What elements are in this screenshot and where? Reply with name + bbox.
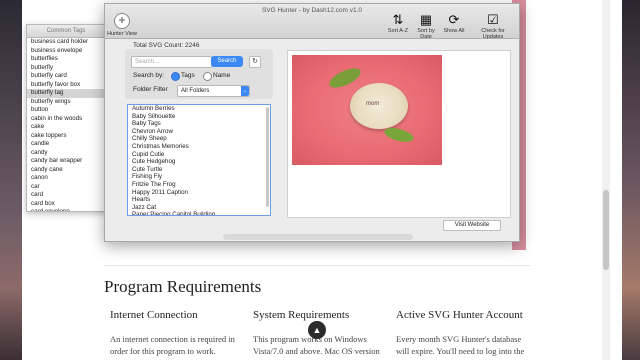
status-bar xyxy=(223,234,413,240)
folder-filter-select[interactable]: All Folders ⌄ xyxy=(177,85,250,97)
sort-by-date-label: Sort by Date xyxy=(417,28,435,40)
search-by-label: Search by: xyxy=(133,72,165,79)
chevron-down-icon: ⌄ xyxy=(241,86,249,96)
tag-item[interactable]: butterfly xyxy=(27,64,105,73)
tag-item[interactable]: cake toppers xyxy=(27,132,105,141)
sort-by-date-button[interactable]: ▦ Sort by Date xyxy=(411,12,441,40)
refresh-icon: ⟳ xyxy=(448,12,460,27)
radio-name[interactable] xyxy=(203,72,212,81)
list-item[interactable]: Fritzie The Frog xyxy=(128,181,270,189)
tag-item[interactable]: butterfly wings xyxy=(27,98,105,107)
tag-item[interactable]: business card holder xyxy=(27,38,105,47)
tag-item[interactable]: candle xyxy=(27,140,105,149)
tag-item[interactable]: butterfly card xyxy=(27,72,105,81)
preview-caption: mom xyxy=(366,101,380,107)
total-count: Total SVG Count: 2246 xyxy=(133,42,200,49)
list-scrollbar[interactable] xyxy=(266,107,269,207)
list-item[interactable]: Hearts xyxy=(128,196,270,204)
list-item[interactable]: Baby Tags xyxy=(128,120,270,128)
list-item[interactable]: Paper Piecing Capitol Building xyxy=(128,211,270,215)
list-item[interactable]: Happy 2011 Caption xyxy=(128,189,270,197)
list-item[interactable]: Cute Turtle xyxy=(128,166,270,174)
list-item[interactable]: Autumn Berries xyxy=(128,105,270,113)
tag-item[interactable]: candy cane xyxy=(27,166,105,175)
refresh-icon[interactable]: ↻ xyxy=(249,56,261,68)
tag-item[interactable]: card envelope xyxy=(27,208,105,211)
checkbox-icon: ☑ xyxy=(487,12,499,27)
tag-item[interactable]: butterfly favor box xyxy=(27,81,105,90)
section-divider xyxy=(104,265,530,266)
folder-filter-value: All Folders xyxy=(181,88,210,94)
hunter-view-button[interactable]: ✛ Hunter View xyxy=(107,13,137,37)
chevron-up-icon[interactable]: ▲ xyxy=(308,321,326,339)
tag-item[interactable]: canon xyxy=(27,174,105,183)
common-tags-window: Common Tags business card holder business… xyxy=(26,24,106,212)
tag-item[interactable]: business envelope xyxy=(27,47,105,56)
window-titlebar: SVG Hunter - by Dash12.com v1.0 ✛ Hunter… xyxy=(105,4,519,40)
column-text-internet: An internet connection is required in or… xyxy=(110,334,235,356)
tag-item[interactable]: cabin in the woods xyxy=(27,115,105,124)
leaf-shape xyxy=(326,64,364,92)
page-scrollbar-thumb[interactable] xyxy=(603,190,609,270)
list-item[interactable]: Cupid Cutie xyxy=(128,151,270,159)
tag-item[interactable]: card box xyxy=(27,200,105,209)
hunter-view-label: Hunter View xyxy=(107,31,137,37)
list-item[interactable]: Baby Silhouette xyxy=(128,113,270,121)
calendar-icon: ▦ xyxy=(419,12,433,27)
svg-list[interactable]: Autumn Berries Baby Silhouette Baby Tags Ch… xyxy=(127,104,271,216)
list-item[interactable]: Chilly Sheep xyxy=(128,135,270,143)
tag-item[interactable]: button xyxy=(27,106,105,115)
tag-list: business card holder business envelope but… xyxy=(27,38,105,211)
radio-tags[interactable] xyxy=(171,72,180,81)
sort-az-button[interactable]: ⇅ Sort A-Z xyxy=(383,12,413,34)
preview-image: mom xyxy=(292,55,442,165)
search-input[interactable]: Search... xyxy=(131,56,212,68)
column-heading-account: Active SVG Hunter Account xyxy=(396,309,523,321)
list-item[interactable]: Jazz Cat xyxy=(128,204,270,212)
list-item[interactable]: Fishing Fly xyxy=(128,173,270,181)
column-text-account: Every month SVG Hunter's database will e… xyxy=(396,334,525,356)
folder-filter-label: Folder Filter xyxy=(133,86,168,93)
column-heading-system: System Requirements xyxy=(253,309,350,321)
crosshair-icon: ✛ xyxy=(114,13,130,29)
sort-az-icon: ⇅ xyxy=(392,12,404,27)
desktop-left xyxy=(0,0,22,360)
radio-tags-label: Tags xyxy=(181,72,195,79)
svg-hunter-window: SVG Hunter - by Dash12.com v1.0 ✛ Hunter… xyxy=(104,3,520,242)
list-item[interactable]: Cute Hedgehog xyxy=(128,158,270,166)
radio-name-label: Name xyxy=(213,72,231,79)
tag-item[interactable]: card xyxy=(27,191,105,200)
show-all-button[interactable]: ⟳ Show All xyxy=(439,12,469,34)
show-all-label: Show All xyxy=(443,28,465,34)
list-item[interactable]: Chevron Arrow xyxy=(128,128,270,136)
tag-item[interactable]: cake xyxy=(27,123,105,132)
tag-item[interactable]: car xyxy=(27,183,105,192)
column-heading-internet: Internet Connection xyxy=(110,309,198,321)
leaf-shape xyxy=(382,125,416,145)
visit-website-button[interactable]: Visit Website xyxy=(443,220,501,231)
preview-panel: mom xyxy=(287,50,511,218)
list-item[interactable]: Christmas Memories xyxy=(128,143,270,151)
tag-item[interactable]: butterfly tag xyxy=(27,89,105,98)
tags-window-title: Common Tags xyxy=(27,25,105,38)
tag-item[interactable]: candy xyxy=(27,149,105,158)
check-updates-label: Check for Updates xyxy=(481,28,505,40)
sort-az-label: Sort A-Z xyxy=(387,28,409,34)
search-button[interactable]: Search xyxy=(211,56,243,67)
tag-item[interactable]: candy bar wrapper xyxy=(27,157,105,166)
section-title: Program Requirements xyxy=(104,277,262,296)
page-scrollbar[interactable] xyxy=(602,0,610,360)
check-updates-button[interactable]: ☑ Check for Updates xyxy=(471,12,515,40)
svg-list-items: Autumn Berries Baby Silhouette Baby Tags Ch… xyxy=(128,105,270,215)
tag-item[interactable]: butterflies xyxy=(27,55,105,64)
